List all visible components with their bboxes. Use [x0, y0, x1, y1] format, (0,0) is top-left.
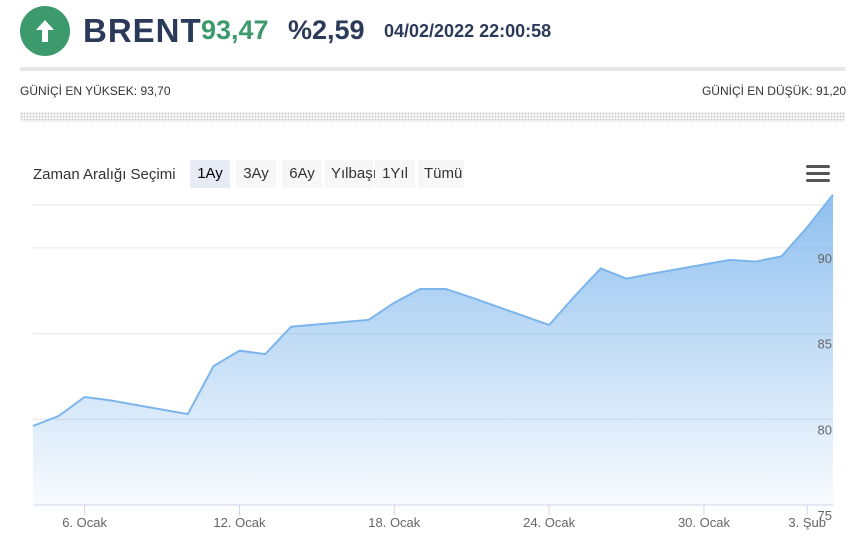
data-point — [444, 287, 448, 291]
data-point — [108, 398, 112, 402]
data-point — [728, 258, 732, 262]
x-tick-label: 24. Ocak — [523, 515, 576, 530]
data-point — [212, 364, 216, 368]
data-point — [83, 395, 87, 399]
data-point — [547, 323, 551, 327]
data-point — [289, 325, 293, 329]
y-tick-label: 90 — [818, 251, 832, 266]
data-point — [650, 272, 654, 276]
data-point — [599, 266, 603, 270]
data-point — [418, 287, 422, 291]
x-tick-label: 18. Ocak — [368, 515, 421, 530]
data-point — [238, 349, 242, 353]
data-point — [625, 277, 629, 281]
price-chart: 758085906. Ocak 12. Ocak 18. Ocak 24. Ocak 3… — [31, 193, 835, 530]
data-point — [754, 260, 758, 264]
data-point — [263, 352, 267, 356]
data-point — [573, 294, 577, 298]
y-tick-label: 85 — [818, 337, 832, 352]
data-point — [57, 414, 61, 418]
data-point — [779, 254, 783, 258]
data-point — [392, 301, 396, 305]
data-point — [367, 318, 371, 322]
x-tick-label: 12. Ocak — [213, 515, 266, 530]
data-point — [31, 424, 35, 428]
x-tick-label: 6. Ocak — [62, 515, 107, 530]
series-area-fill — [33, 194, 833, 505]
data-point — [470, 296, 474, 300]
data-point — [186, 412, 190, 416]
y-tick-label: 80 — [818, 422, 832, 437]
x-tick-label: 3. Şub — [788, 515, 826, 530]
data-point — [805, 225, 809, 229]
x-tick-label: 30. Ocak — [678, 515, 731, 530]
data-point — [831, 193, 835, 197]
